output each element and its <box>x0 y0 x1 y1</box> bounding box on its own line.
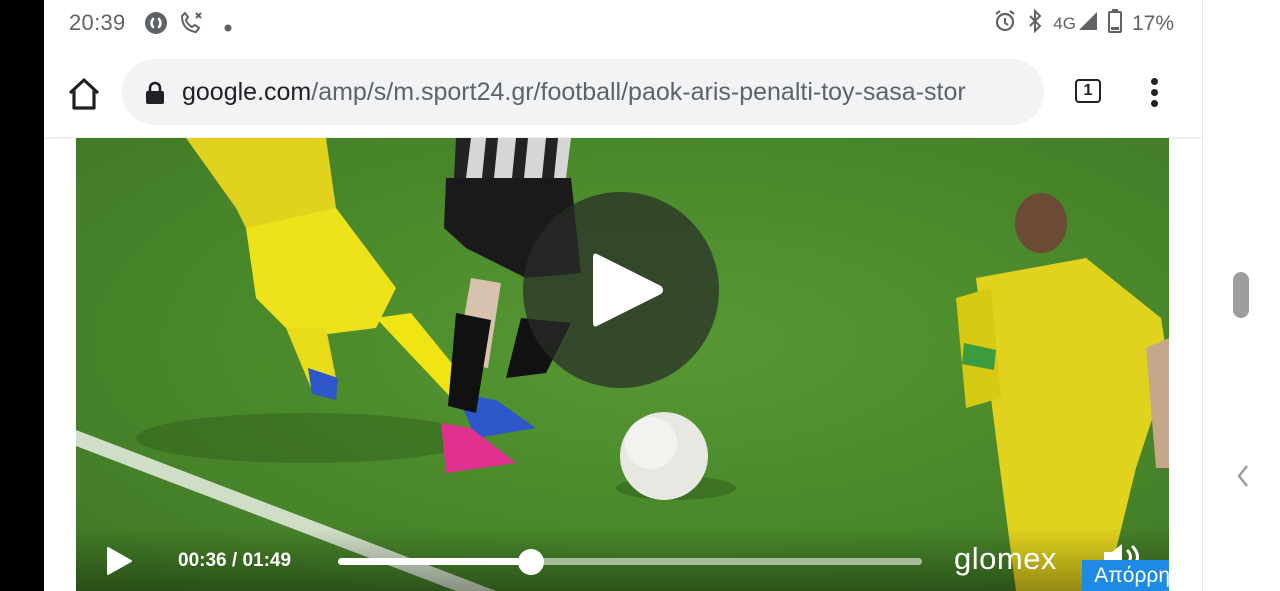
seek-bar[interactable] <box>338 549 922 575</box>
network-type: 4G <box>1053 13 1076 33</box>
player-controls: 00:36 / 01:49 glomex <box>76 528 1169 591</box>
time-separator: / <box>226 550 243 571</box>
time-display: 00:36 / 01:49 <box>178 550 291 572</box>
chevron-left-icon[interactable] <box>1231 462 1255 490</box>
browser-toolbar: google.com/amp/s/m.sport24.gr/football/p… <box>44 48 1202 138</box>
status-time: 20:39 <box>69 10 126 35</box>
current-time: 00:36 <box>178 550 227 571</box>
missed-call-icon <box>179 11 205 40</box>
play-button[interactable] <box>106 546 132 581</box>
overflow-menu-button[interactable] <box>1142 78 1166 108</box>
battery-percent: 17% <box>1131 11 1174 35</box>
home-icon <box>68 78 100 110</box>
shazam-icon <box>144 11 168 40</box>
browser-window: 20:39 4G 17% google.com/amp/s/m.sport24.… <box>44 0 1202 591</box>
scrollbar-thumb[interactable] <box>1233 272 1249 318</box>
screen-gutter <box>0 0 44 591</box>
lock-icon <box>146 81 164 104</box>
video-player[interactable]: 00:36 / 01:49 glomex Απόρρητο <box>76 138 1169 591</box>
seek-bar-played <box>338 558 531 565</box>
alarm-icon <box>993 9 1017 38</box>
edge-panel <box>1202 0 1280 591</box>
status-indicators: 4G 17% <box>993 8 1174 38</box>
bluetooth-icon <box>1027 8 1043 38</box>
play-overlay-button[interactable] <box>523 192 719 388</box>
url-path: /amp/s/m.sport24.gr/football/paok-aris-p… <box>311 78 966 106</box>
player-brand-logo: glomex <box>954 541 1057 576</box>
notification-dot-icon <box>224 19 232 37</box>
address-bar[interactable]: google.com/amp/s/m.sport24.gr/football/p… <box>122 59 1044 125</box>
battery-icon <box>1107 9 1122 38</box>
play-icon <box>107 547 132 575</box>
tab-switcher-button[interactable]: 1 <box>1075 79 1101 103</box>
url-text[interactable]: google.com/amp/s/m.sport24.gr/football/p… <box>182 77 1032 107</box>
home-button[interactable] <box>64 74 104 114</box>
signal-icon <box>1078 11 1098 36</box>
duration: 01:49 <box>242 550 292 571</box>
status-bar: 20:39 4G 17% <box>44 0 1202 48</box>
url-host: google.com <box>182 78 312 106</box>
privacy-link[interactable]: Απόρρητο <box>1082 560 1169 591</box>
more-vert-icon <box>1150 78 1158 85</box>
seek-handle[interactable] <box>517 549 544 575</box>
play-icon <box>593 253 663 327</box>
